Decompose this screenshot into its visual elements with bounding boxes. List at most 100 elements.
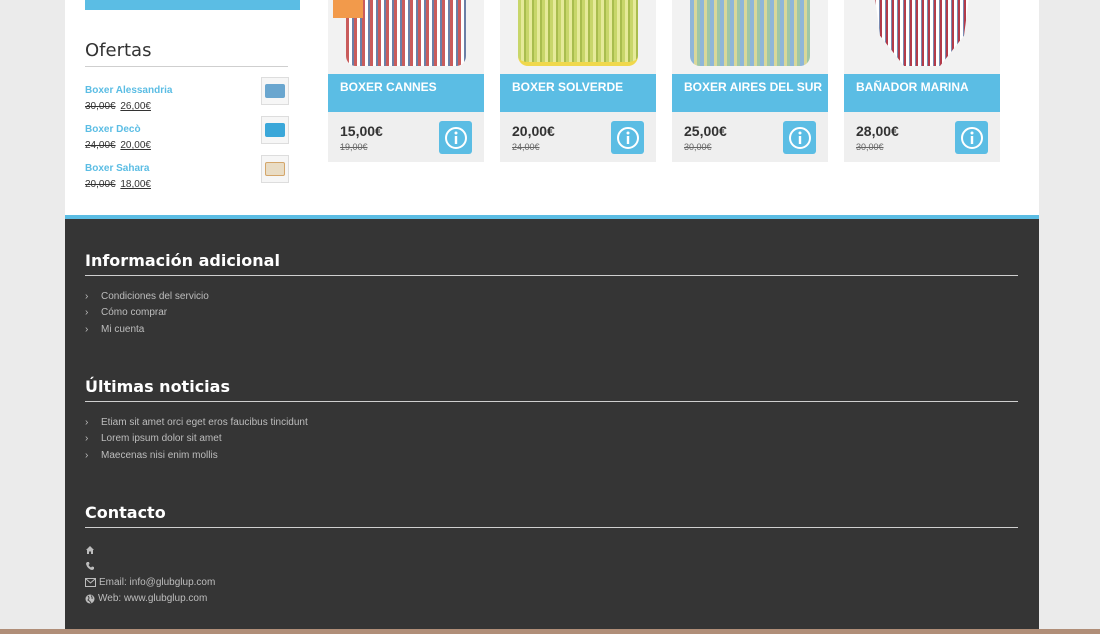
offers-title: Ofertas xyxy=(85,40,288,67)
globe-icon xyxy=(85,594,95,604)
product-card: BOXER SOLVERDE 20,00€ 24,00€ xyxy=(500,0,656,162)
product-info-button[interactable] xyxy=(439,121,472,154)
info-circle-icon xyxy=(616,126,639,149)
product-price: 15,00€ xyxy=(340,123,383,139)
offer-thumb-image xyxy=(265,162,285,176)
offer-thumb-image xyxy=(265,123,285,137)
offer-prices: 20,00€ 18,00€ xyxy=(85,179,151,190)
product-name[interactable]: BOXER CANNES xyxy=(328,74,484,112)
product-garment xyxy=(518,0,638,66)
footer: Información adicional › Condiciones del s… xyxy=(65,215,1039,634)
footer-news-list: › Etiam sit amet orci eget eros faucibus … xyxy=(85,416,1018,465)
footer-link[interactable]: Lorem ipsum dolor sit amet xyxy=(101,433,222,444)
home-icon xyxy=(86,546,94,555)
offer-link[interactable]: Boxer Sahara xyxy=(85,163,149,174)
offer-item: Boxer Alessandria 30,00€ 26,00€ xyxy=(85,77,290,121)
chevron-right-icon: › xyxy=(85,323,89,335)
product-card: BOXER AIRES DEL SUR 25,00€ 30,00€ xyxy=(672,0,828,162)
product-price: 20,00€ xyxy=(512,123,555,139)
product-old-price: 30,00€ xyxy=(684,142,712,152)
envelope-icon xyxy=(85,578,96,588)
footer-link[interactable]: Cómo comprar xyxy=(101,307,167,318)
offer-thumbnail[interactable] xyxy=(261,155,289,183)
footer-link[interactable]: Condiciones del servicio xyxy=(101,291,209,302)
list-item: › Mi cuenta xyxy=(85,323,1018,339)
product-name[interactable]: BOXER SOLVERDE xyxy=(500,74,656,112)
list-item: › Condiciones del servicio xyxy=(85,290,1018,306)
contact-web-text: Web: www.glubglup.com xyxy=(98,593,208,605)
product-name[interactable]: BAÑADOR MARINA xyxy=(844,74,1000,112)
footer-link[interactable]: Maecenas nisi enim mollis xyxy=(101,450,218,461)
product-old-price: 24,00€ xyxy=(512,142,540,152)
list-item: › Lorem ipsum dolor sit amet xyxy=(85,432,1018,448)
sidebar-accent-bar xyxy=(85,0,300,10)
product-garment xyxy=(346,0,466,66)
offer-thumb-image xyxy=(265,84,285,98)
product-card: BOXER CANNES 15,00€ 19,00€ xyxy=(328,0,484,162)
product-image[interactable] xyxy=(844,0,1000,74)
phone-icon xyxy=(86,562,94,571)
product-price-box: 15,00€ 19,00€ xyxy=(328,112,484,162)
product-old-price: 19,00€ xyxy=(340,142,368,152)
contact-email[interactable]: Email: info@glubglup.com xyxy=(85,575,1018,591)
product-pocket xyxy=(333,0,363,18)
chevron-right-icon: › xyxy=(85,449,89,461)
list-item: › Cómo comprar xyxy=(85,306,1018,322)
product-price-box: 20,00€ 24,00€ xyxy=(500,112,656,162)
offer-old-price: 30,00€ xyxy=(85,101,116,112)
contact-phone xyxy=(85,558,1018,574)
footer-news-title: Últimas noticias xyxy=(85,377,1018,402)
contact-list: Email: info@glubglup.com Web: www.glubgl… xyxy=(85,542,1018,607)
footer-contact-section: Contacto Email: info@glubglup.com Web: w… xyxy=(85,503,1018,607)
footer-info-list: › Condiciones del servicio › Cómo comprar … xyxy=(85,290,1018,339)
chevron-right-icon: › xyxy=(85,433,89,445)
offer-link[interactable]: Boxer Alessandria xyxy=(85,85,172,96)
offer-prices: 30,00€ 26,00€ xyxy=(85,101,151,112)
product-price: 25,00€ xyxy=(684,123,727,139)
info-circle-icon xyxy=(444,126,467,149)
product-garment xyxy=(874,0,970,66)
offer-new-price: 20,00€ xyxy=(120,140,151,151)
footer-info-section: Información adicional › Condiciones del s… xyxy=(85,251,1018,339)
product-price: 28,00€ xyxy=(856,123,899,139)
product-old-price: 30,00€ xyxy=(856,142,884,152)
product-name[interactable]: BOXER AIRES DEL SUR xyxy=(672,74,828,112)
footer-news-section: Últimas noticias › Etiam sit amet orci eg… xyxy=(85,377,1018,465)
offer-thumbnail[interactable] xyxy=(261,116,289,144)
product-garment xyxy=(690,0,810,66)
offer-item: Boxer Sahara 20,00€ 18,00€ xyxy=(85,155,290,199)
product-price-box: 28,00€ 30,00€ xyxy=(844,112,1000,162)
list-item: › Etiam sit amet orci eget eros faucibus … xyxy=(85,416,1018,432)
chevron-right-icon: › xyxy=(85,307,89,319)
offer-new-price: 26,00€ xyxy=(120,101,151,112)
offer-new-price: 18,00€ xyxy=(120,179,151,190)
page-container: Ofertas Boxer Alessandria 30,00€ 26,00€ … xyxy=(65,0,1039,634)
product-image[interactable] xyxy=(328,0,484,74)
product-info-button[interactable] xyxy=(955,121,988,154)
offer-prices: 24,00€ 20,00€ xyxy=(85,140,151,151)
contact-email-text: Email: info@glubglup.com xyxy=(99,576,216,588)
chevron-right-icon: › xyxy=(85,417,89,428)
product-info-button[interactable] xyxy=(611,121,644,154)
offer-thumbnail[interactable] xyxy=(261,77,289,105)
info-circle-icon xyxy=(788,126,811,149)
footer-contact-title: Contacto xyxy=(85,503,1018,528)
offer-item: Boxer Decò 24,00€ 20,00€ xyxy=(85,116,290,160)
offer-link[interactable]: Boxer Decò xyxy=(85,124,141,135)
contact-web[interactable]: Web: www.glubglup.com xyxy=(85,591,1018,607)
contact-address xyxy=(85,542,1018,558)
footer-info-title: Información adicional xyxy=(85,251,1018,276)
product-image[interactable] xyxy=(500,0,656,74)
offer-old-price: 20,00€ xyxy=(85,179,116,190)
offer-old-price: 24,00€ xyxy=(85,140,116,151)
footer-link[interactable]: Etiam sit amet orci eget eros faucibus t… xyxy=(101,417,308,428)
product-card: BAÑADOR MARINA 28,00€ 30,00€ xyxy=(844,0,1000,162)
info-circle-icon xyxy=(960,126,983,149)
product-info-button[interactable] xyxy=(783,121,816,154)
list-item: › Maecenas nisi enim mollis xyxy=(85,449,1018,465)
chevron-right-icon: › xyxy=(85,291,89,302)
product-image[interactable] xyxy=(672,0,828,74)
footer-link[interactable]: Mi cuenta xyxy=(101,324,144,335)
product-price-box: 25,00€ 30,00€ xyxy=(672,112,828,162)
bottom-image-strip xyxy=(0,629,1100,634)
